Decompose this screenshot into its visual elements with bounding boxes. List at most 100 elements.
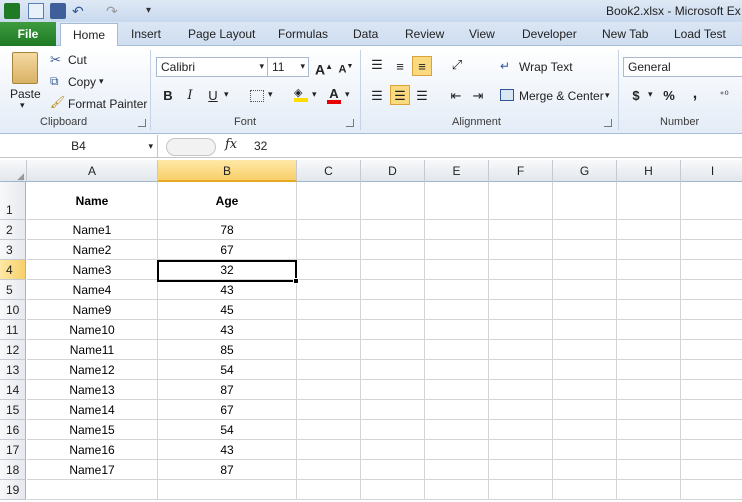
empty-cell[interactable] — [553, 460, 617, 480]
empty-cell[interactable] — [489, 182, 553, 220]
grow-font-icon[interactable]: A▲ — [314, 57, 334, 78]
merge-dropdown-icon[interactable]: ▾ — [605, 90, 610, 101]
empty-cell[interactable] — [425, 400, 489, 420]
empty-cell[interactable] — [489, 340, 553, 360]
empty-cell[interactable] — [553, 260, 617, 280]
name-cell[interactable]: Name1 — [27, 220, 158, 240]
empty-cell[interactable] — [297, 340, 361, 360]
fill-handle[interactable] — [293, 278, 299, 284]
name-cell[interactable]: Name11 — [27, 340, 158, 360]
tab-formulas[interactable]: Formulas — [278, 27, 328, 41]
empty-cell[interactable] — [553, 220, 617, 240]
redo-icon[interactable]: ↷ — [106, 3, 122, 19]
age-cell[interactable]: 67 — [158, 240, 297, 260]
column-header-g[interactable]: G — [553, 160, 617, 182]
empty-cell[interactable] — [681, 340, 742, 360]
align-right-icon[interactable]: ☰ — [412, 86, 432, 106]
empty-cell[interactable] — [297, 440, 361, 460]
age-cell[interactable]: 85 — [158, 340, 297, 360]
empty-cell[interactable] — [617, 440, 681, 460]
row-header[interactable]: 2 — [0, 220, 26, 240]
empty-cell[interactable] — [489, 440, 553, 460]
empty-cell[interactable] — [297, 460, 361, 480]
name-cell[interactable]: Name17 — [27, 460, 158, 480]
empty-cell[interactable] — [489, 400, 553, 420]
empty-cell[interactable] — [681, 182, 742, 220]
empty-cell[interactable] — [553, 280, 617, 300]
empty-cell[interactable] — [617, 300, 681, 320]
header-cell[interactable]: Age — [158, 182, 297, 220]
name-cell[interactable]: Name4 — [27, 280, 158, 300]
age-cell[interactable]: 43 — [158, 320, 297, 340]
age-cell[interactable]: 54 — [158, 360, 297, 380]
empty-cell[interactable] — [553, 480, 617, 500]
tab-developer[interactable]: Developer — [522, 27, 577, 41]
percent-button[interactable]: % — [659, 86, 679, 106]
clipboard-launcher-icon[interactable] — [138, 119, 146, 127]
empty-cell[interactable] — [681, 240, 742, 260]
currency-button[interactable]: $ — [626, 86, 646, 106]
tab-insert[interactable]: Insert — [131, 27, 161, 41]
font-name-select[interactable]: Calibri ▾ — [156, 57, 268, 77]
empty-cell[interactable] — [681, 420, 742, 440]
empty-cell[interactable] — [553, 420, 617, 440]
save-icon[interactable] — [50, 3, 66, 19]
empty-cell[interactable] — [489, 280, 553, 300]
empty-cell[interactable] — [361, 182, 425, 220]
row-header[interactable]: 4 — [0, 260, 26, 280]
empty-cell[interactable] — [553, 400, 617, 420]
empty-cell[interactable] — [361, 340, 425, 360]
empty-cell[interactable] — [681, 380, 742, 400]
row-header[interactable]: 19 — [0, 480, 26, 500]
empty-cell[interactable] — [425, 220, 489, 240]
empty-cell[interactable] — [425, 460, 489, 480]
empty-cell[interactable] — [681, 260, 742, 280]
age-cell[interactable]: 43 — [158, 280, 297, 300]
empty-cell[interactable] — [361, 380, 425, 400]
column-header-c[interactable]: C — [297, 160, 361, 182]
empty-cell[interactable] — [617, 380, 681, 400]
empty-cell[interactable] — [489, 300, 553, 320]
tab-new-tab[interactable]: New Tab — [602, 27, 648, 41]
font-color-icon[interactable]: A — [327, 86, 341, 104]
empty-cell[interactable] — [489, 460, 553, 480]
age-cell[interactable]: 87 — [158, 380, 297, 400]
empty-cell[interactable] — [297, 182, 361, 220]
copy-button[interactable]: Copy — [68, 75, 96, 89]
row-header[interactable]: 1 — [0, 182, 26, 220]
font-color-dropdown-icon[interactable]: ▾ — [345, 89, 350, 100]
empty-cell[interactable] — [489, 320, 553, 340]
borders-dropdown-icon[interactable]: ▾ — [268, 89, 273, 100]
empty-cell[interactable] — [361, 460, 425, 480]
column-header-e[interactable]: E — [425, 160, 489, 182]
increase-indent-icon[interactable]: ⇥ — [468, 86, 488, 106]
empty-cell[interactable] — [553, 300, 617, 320]
empty-cell[interactable] — [617, 320, 681, 340]
empty-cell[interactable] — [681, 460, 742, 480]
empty-cell[interactable] — [553, 440, 617, 460]
name-box[interactable]: B4 ▾ — [0, 135, 158, 157]
empty-cell[interactable] — [158, 480, 297, 500]
empty-cell[interactable] — [425, 420, 489, 440]
empty-cell[interactable] — [553, 182, 617, 220]
tab-review[interactable]: Review — [405, 27, 444, 41]
row-header[interactable]: 16 — [0, 420, 26, 440]
empty-cell[interactable] — [489, 240, 553, 260]
empty-cell[interactable] — [297, 300, 361, 320]
column-header-a[interactable]: A — [27, 160, 158, 182]
empty-cell[interactable] — [617, 340, 681, 360]
row-header[interactable]: 10 — [0, 300, 26, 320]
row-header[interactable]: 11 — [0, 320, 26, 340]
paste-button[interactable]: Paste — [10, 87, 41, 101]
fill-color-icon[interactable]: ◈ — [294, 88, 308, 102]
empty-cell[interactable] — [425, 240, 489, 260]
empty-cell[interactable] — [425, 280, 489, 300]
empty-cell[interactable] — [425, 260, 489, 280]
empty-cell[interactable] — [361, 300, 425, 320]
empty-cell[interactable] — [361, 480, 425, 500]
empty-cell[interactable] — [617, 480, 681, 500]
row-header[interactable]: 15 — [0, 400, 26, 420]
tab-page-layout[interactable]: Page Layout — [188, 27, 255, 41]
age-cell[interactable]: 54 — [158, 420, 297, 440]
align-bottom-icon[interactable]: ≡ — [412, 56, 432, 76]
